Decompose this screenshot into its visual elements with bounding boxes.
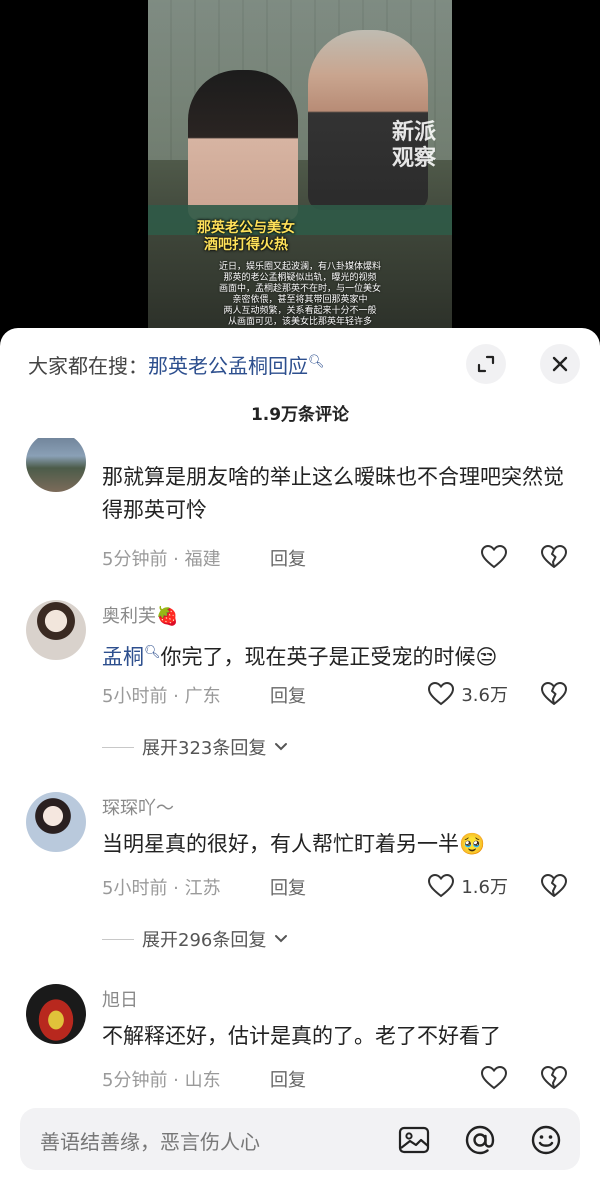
search-icon: 🔍︎ [308, 354, 325, 370]
close-button[interactable] [540, 344, 580, 384]
comment-composer: 善语结善缘，恶言伤人心 [0, 1096, 600, 1178]
trending-search-term[interactable]: 那英老公孟桐回应 [148, 354, 308, 378]
mention-link[interactable]: 孟桐 [102, 645, 144, 669]
comment-sheet-header: 大家都在搜：那英老公孟桐回应🔍︎ 1.9万条评论 [0, 328, 600, 438]
expand-replies-label: 展开323条回复 [142, 738, 267, 759]
heart-outline-icon [480, 544, 508, 569]
like-button[interactable] [418, 542, 508, 572]
comment-text: 当明星真的很好，有人帮忙盯着另一半🥹 [102, 832, 486, 856]
avatar[interactable] [26, 600, 86, 660]
comment-item: 琛琛吖～ 当明星真的很好，有人帮忙盯着另一半🥹 5小时前 · 江苏 回复 1.6… [0, 790, 600, 970]
comment-meta: 5小时前 · 江苏 [102, 878, 221, 899]
comment-meta: 5分钟前 · 福建 [102, 549, 221, 570]
comment-count: 1.9万条评论 [250, 405, 350, 425]
comment-input-placeholder: 善语结善缘，恶言伤人心 [40, 1130, 260, 1154]
video-watermark: 新派 观察 [391, 120, 436, 171]
comment-item: 奥利芙🍓 孟桐🔍︎你完了，现在英子是正受宠的时候😒 5小时前 · 广东 回复 3… [0, 598, 600, 778]
like-button[interactable] [418, 1063, 508, 1093]
reply-button[interactable]: 回复 [270, 1066, 306, 1092]
trending-search-hint[interactable]: 大家都在搜：那英老公孟桐回应🔍︎ [28, 350, 325, 379]
chevron-down-icon [275, 743, 288, 751]
like-button[interactable]: 3.6万 [418, 679, 508, 709]
broken-heart-icon [541, 682, 567, 705]
like-count: 3.6万 [461, 685, 508, 706]
video-title-overlay: 那英老公与美女 酒吧打得火热 [197, 220, 295, 253]
emoji: 😒 [475, 645, 498, 669]
reply-button[interactable]: 回复 [270, 874, 306, 900]
comment-text: 那就算是朋友啥的举止这么暧昧也不合理吧突然觉得那英可怜 [102, 465, 564, 522]
comment-username[interactable]: 琛琛吖～ [102, 794, 174, 820]
like-button[interactable]: 1.6万 [418, 871, 508, 901]
avatar[interactable] [26, 792, 86, 852]
expand-icon [477, 355, 495, 373]
video-frame: 新派 观察 那英老公与美女 酒吧打得火热 近日，娱乐圈又起波澜，有八卦媒体爆料 … [148, 0, 452, 340]
avatar[interactable] [26, 984, 86, 1044]
comment-text: 不解释还好，估计是真的了。老了不好看了 [102, 1024, 501, 1048]
close-icon [552, 356, 568, 372]
comment-sheet: 大家都在搜：那英老公孟桐回应🔍︎ 1.9万条评论 那就算是朋友啥的举止这么暧昧也… [0, 328, 600, 1178]
comment-item: 旭日 不解释还好，估计是真的了。老了不好看了 5分钟前 · 山东 回复 [0, 982, 600, 1098]
heart-outline-icon [428, 873, 455, 898]
heart-outline-icon [428, 681, 455, 706]
emoji-icon [531, 1125, 561, 1155]
comment-meta: 5小时前 · 广东 [102, 686, 221, 707]
comment-list[interactable]: 那就算是朋友啥的举止这么暧昧也不合理吧突然觉得那英可怜 5分钟前 · 福建 回复… [0, 438, 600, 1098]
comment-username[interactable]: 奥利芙🍓 [102, 602, 178, 628]
image-icon [398, 1126, 430, 1154]
chevron-down-icon [275, 935, 288, 943]
expand-replies-button[interactable]: 展开323条回复 [102, 734, 288, 760]
video-player[interactable]: 新派 观察 那英老公与美女 酒吧打得火热 近日，娱乐圈又起波澜，有八卦媒体爆料 … [0, 0, 600, 340]
emoji: 🥹 [459, 832, 486, 856]
expand-button[interactable] [466, 344, 506, 384]
expand-replies-button[interactable]: 展开296条回复 [102, 926, 288, 952]
broken-heart-icon [541, 874, 567, 897]
comment-meta: 5分钟前 · 山东 [102, 1070, 221, 1091]
comment-username[interactable]: 旭日 [102, 986, 138, 1012]
dislike-button[interactable] [538, 1063, 570, 1093]
image-button[interactable] [394, 1120, 434, 1160]
broken-heart-icon [541, 1066, 567, 1089]
video-person-left [188, 70, 298, 220]
trending-search-prefix: 大家都在搜： [28, 354, 148, 378]
at-icon [465, 1125, 495, 1155]
heart-outline-icon [480, 1065, 508, 1090]
dislike-button[interactable] [538, 542, 570, 572]
reply-button[interactable]: 回复 [270, 545, 306, 571]
dislike-button[interactable] [538, 871, 570, 901]
divider [102, 746, 134, 748]
comment-text: 孟桐🔍︎你完了，现在英子是正受宠的时候😒 [102, 645, 498, 669]
like-count: 1.6万 [461, 877, 508, 898]
broken-heart-icon [541, 545, 567, 568]
dislike-button[interactable] [538, 679, 570, 709]
expand-replies-label: 展开296条回复 [142, 930, 267, 951]
avatar[interactable] [26, 438, 86, 492]
reply-button[interactable]: 回复 [270, 682, 306, 708]
video-caption-overlay: 近日，娱乐圈又起波澜，有八卦媒体爆料 那英的老公孟桐疑似出轨，曝光的视频 画面中… [218, 262, 381, 327]
comment-input[interactable]: 善语结善缘，恶言伤人心 [20, 1108, 580, 1170]
emoji-button[interactable] [526, 1120, 566, 1160]
comment-item: 那就算是朋友啥的举止这么暧昧也不合理吧突然觉得那英可怜 5分钟前 · 福建 回复 [0, 438, 600, 586]
mention-button[interactable] [460, 1120, 500, 1160]
search-icon: 🔍︎ [144, 645, 161, 660]
divider [102, 938, 134, 940]
